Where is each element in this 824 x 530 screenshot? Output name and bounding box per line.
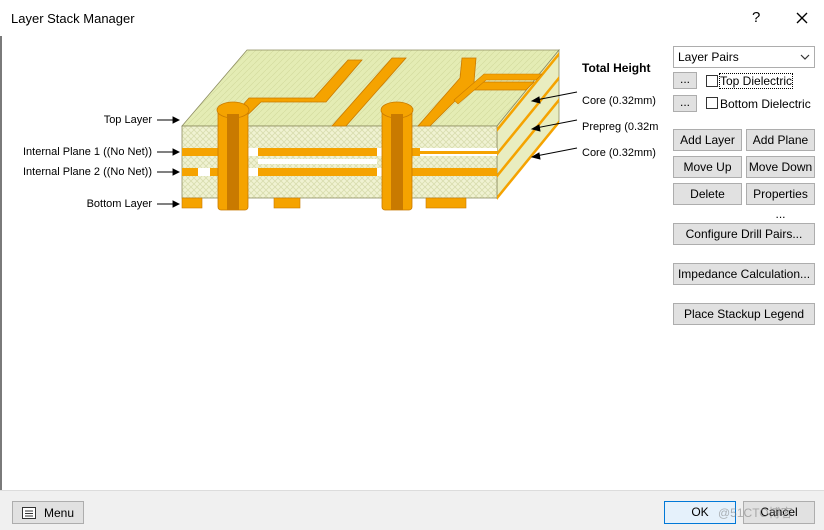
close-icon[interactable] xyxy=(790,6,814,30)
bottom-dielectric-checkbox[interactable] xyxy=(706,97,718,109)
menu-icon xyxy=(22,507,36,519)
help-button[interactable]: ? xyxy=(752,9,760,26)
window-title: Layer Stack Manager xyxy=(11,11,135,26)
top-dielectric-settings-button[interactable]: ... xyxy=(673,72,697,89)
watermark: @51CTO博客 xyxy=(718,506,793,520)
bottom-dielectric-label[interactable]: Bottom Dielectric xyxy=(720,97,811,111)
label-internal-plane-1: Internal Plane 1 ((No Net)) xyxy=(23,146,152,158)
top-dielectric-checkbox[interactable] xyxy=(706,75,718,87)
menu-button[interactable]: Menu xyxy=(12,501,84,524)
add-layer-button[interactable]: Add Layer xyxy=(673,129,742,151)
bottom-dielectric-settings-button[interactable]: ... xyxy=(673,95,697,112)
label-top-layer: Top Layer xyxy=(104,114,153,126)
label-bottom-layer: Bottom Layer xyxy=(87,198,153,210)
move-up-button[interactable]: Move Up xyxy=(673,156,742,178)
layer-pairs-value: Layer Pairs xyxy=(678,50,739,64)
delete-button[interactable]: Delete xyxy=(673,183,742,205)
configure-drill-pairs-button[interactable]: Configure Drill Pairs... xyxy=(673,223,815,245)
total-height-label: Total Height xyxy=(582,61,650,75)
move-down-button[interactable]: Move Down xyxy=(746,156,815,178)
place-stackup-legend-button[interactable]: Place Stackup Legend xyxy=(673,303,815,325)
top-dielectric-label[interactable]: Top Dielectric xyxy=(718,73,794,89)
properties-button[interactable]: Properties ... xyxy=(746,183,815,221)
add-plane-button[interactable]: Add Plane xyxy=(746,129,815,151)
label-internal-plane-2: Internal Plane 2 ((No Net)) xyxy=(23,166,152,178)
window-edge xyxy=(0,36,2,490)
menu-label: Menu xyxy=(44,506,75,520)
layer-pairs-dropdown[interactable]: Layer Pairs xyxy=(673,46,815,68)
label-core-1: Core (0.32mm) xyxy=(582,95,656,107)
control-panel: Layer Pairs ... Top Dielectric ... Botto… xyxy=(670,40,824,340)
layer-stack-diagram: Top Layer Internal Plane 1 ((No Net)) In… xyxy=(23,48,658,211)
chevron-down-icon xyxy=(800,54,810,60)
footer-bar: Menu OK Cancel @51CTO博客 xyxy=(0,490,824,530)
label-core-2: Core (0.32mm) xyxy=(582,147,656,159)
title-bar: Layer Stack Manager ? xyxy=(0,0,824,36)
impedance-calculation-button[interactable]: Impedance Calculation... xyxy=(673,263,815,285)
label-prepreg: Prepreg (0.32m xyxy=(582,121,658,133)
